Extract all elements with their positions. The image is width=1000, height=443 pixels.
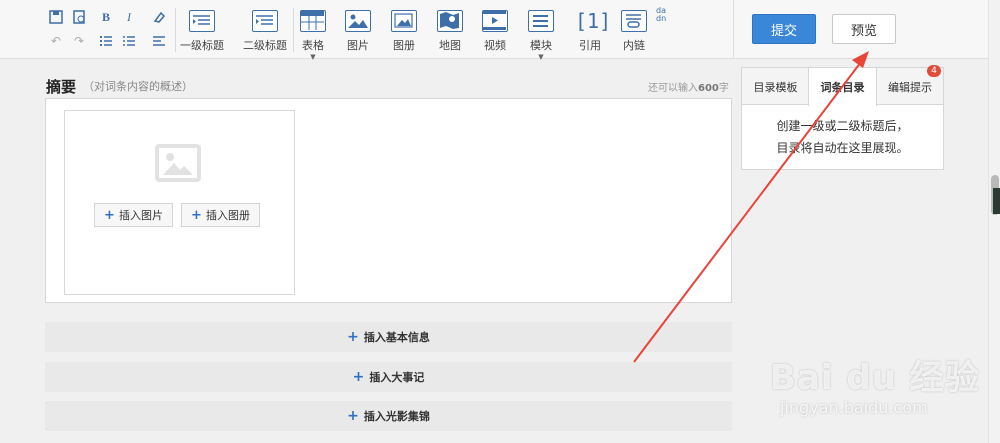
preview-button[interactable]: 预览 — [832, 14, 896, 44]
side-float-widget[interactable] — [993, 188, 1000, 214]
plus-icon: + — [347, 408, 359, 424]
editor-toolbar: B I ↶ ↷ 一级标题 二级标题 表格 ▼ 图片 图册 地图 视频 模块 ▼ … — [0, 0, 733, 61]
undo-icon[interactable]: ↶ — [47, 32, 65, 50]
inner-link-label: 内链 — [623, 39, 645, 52]
char-count-suffix: 字 — [718, 83, 729, 94]
submit-button[interactable]: 提交 — [752, 14, 816, 44]
char-count-prefix: 还可以输入 — [648, 83, 698, 94]
watermark-logo: Bai du 经验 — [770, 358, 980, 398]
insert-gallery-bar[interactable]: + 插入光影集锦 — [45, 401, 732, 431]
unordered-list-icon[interactable] — [120, 32, 138, 50]
watermark-url: jingyan.baidu.com — [780, 398, 928, 417]
insert-bar-label: 插入基本信息 — [363, 331, 430, 344]
video-label: 视频 — [484, 39, 506, 52]
summary-description: （对词条内容的概述） — [83, 80, 193, 93]
image-button[interactable]: 图片 — [345, 10, 371, 53]
heading2-label: 二级标题 — [243, 39, 287, 52]
inner-link-button[interactable]: 内链 — [621, 10, 647, 53]
insert-album-label: 插入图册 — [205, 209, 250, 222]
module-button[interactable]: 模块 ▼ — [528, 10, 554, 61]
insert-events-bar[interactable]: + 插入大事记 — [45, 362, 732, 392]
toolbar-divider — [175, 8, 176, 52]
char-count-value: 600 — [698, 83, 719, 94]
summary-image-area: + 插入图片 + 插入图册 — [64, 110, 295, 295]
module-label: 模块 — [530, 39, 552, 52]
summary-editor[interactable]: + 插入图片 + 插入图册 — [45, 98, 732, 303]
notification-badge: 4 — [927, 65, 941, 77]
image-icon — [345, 10, 371, 32]
heading2-button[interactable]: 二级标题 — [243, 10, 287, 53]
save-icon[interactable] — [47, 8, 65, 26]
pinyin-icon[interactable]: da dn — [656, 7, 670, 23]
bold-icon[interactable]: B — [97, 8, 115, 26]
toc-empty-message: 创建一级或二级标题后， 目录将自动在这里展现。 — [742, 115, 943, 159]
album-icon — [391, 10, 417, 32]
heading1-icon — [189, 10, 215, 32]
insert-bar-label: 插入光影集锦 — [363, 410, 430, 423]
insert-basic-info-bar[interactable]: + 插入基本信息 — [45, 322, 732, 352]
chevron-down-icon: ▼ — [538, 53, 544, 61]
toc-message-line2: 目录将自动在这里展现。 — [776, 141, 909, 155]
action-panel: 提交 预览 — [733, 0, 988, 59]
album-button[interactable]: 图册 — [391, 10, 417, 53]
map-button[interactable]: 地图 — [437, 10, 463, 53]
cite-button[interactable]: [1] 引用 — [575, 9, 612, 53]
chevron-down-icon: ▼ — [310, 53, 316, 61]
toc-message-line1: 创建一级或二级标题后， — [776, 119, 909, 133]
page-scrollbar[interactable] — [988, 0, 1000, 443]
table-button[interactable]: 表格 ▼ — [300, 10, 326, 61]
heading1-button[interactable]: 一级标题 — [180, 10, 224, 53]
insert-image-button[interactable]: + 插入图片 — [94, 203, 173, 227]
eraser-icon[interactable] — [150, 8, 168, 26]
cite-icon: [1] — [575, 9, 612, 33]
map-icon — [437, 10, 463, 32]
plus-icon: + — [352, 369, 365, 385]
image-placeholder-icon — [155, 144, 201, 182]
insert-album-button[interactable]: + 插入图册 — [181, 203, 260, 227]
tab-entry-toc[interactable]: 词条目录 — [808, 68, 877, 106]
module-icon — [528, 10, 554, 32]
insert-bar-label: 插入大事记 — [369, 371, 425, 384]
album-label: 图册 — [393, 39, 415, 52]
cite-label: 引用 — [579, 39, 601, 52]
align-left-icon[interactable] — [150, 32, 168, 50]
plus-icon: + — [347, 329, 359, 345]
redo-icon[interactable]: ↷ — [70, 32, 88, 50]
italic-icon[interactable]: I — [120, 8, 138, 26]
video-button[interactable]: 视频 — [482, 10, 508, 53]
plus-icon: + — [191, 207, 202, 223]
map-label: 地图 — [439, 39, 461, 52]
table-label: 表格 — [302, 39, 324, 52]
inner-link-icon — [621, 10, 647, 32]
toc-panel: 目录模板 词条目录 编辑提示 4 创建一级或二级标题后， 目录将自动在这里展现。 — [741, 65, 944, 170]
heading2-icon — [252, 10, 278, 32]
heading1-label: 一级标题 — [180, 39, 224, 52]
video-icon — [482, 10, 508, 32]
ordered-list-icon[interactable] — [97, 32, 115, 50]
image-label: 图片 — [347, 39, 369, 52]
insert-image-label: 插入图片 — [118, 209, 163, 222]
table-icon — [300, 10, 326, 32]
toolbar-divider — [293, 8, 294, 52]
preview-doc-icon[interactable] — [70, 8, 88, 26]
summary-title: 摘要 — [46, 78, 77, 96]
plus-icon: + — [104, 207, 115, 223]
summary-char-count: 还可以输入600字 — [648, 79, 729, 94]
toc-tab-row: 目录模板 词条目录 编辑提示 4 — [742, 65, 943, 106]
tab-toc-template[interactable]: 目录模板 — [742, 68, 809, 105]
